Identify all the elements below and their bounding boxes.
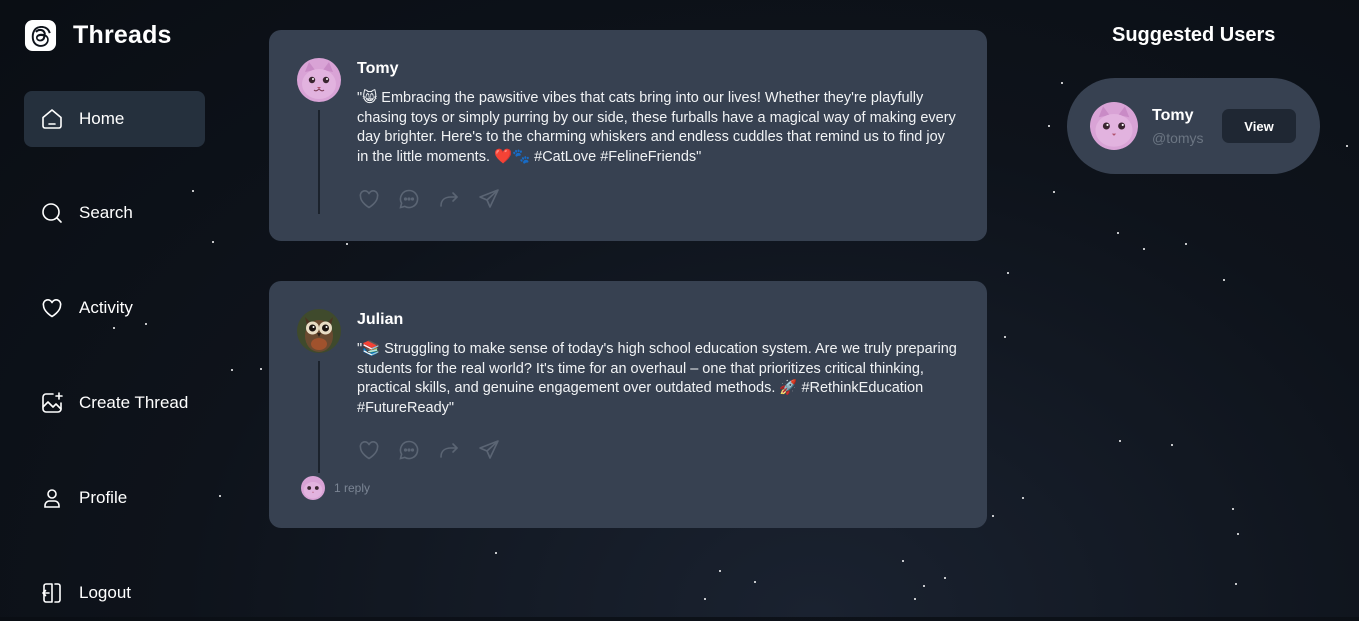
reply-icon[interactable]: [397, 438, 421, 462]
view-profile-button[interactable]: View: [1222, 109, 1296, 143]
nav-label-search: Search: [79, 203, 133, 222]
cat-avatar-icon: [297, 58, 341, 102]
logout-icon: [42, 583, 61, 603]
nav-label-home: Home: [79, 109, 125, 128]
star-dot: [231, 369, 233, 371]
cat-avatar-icon: [301, 476, 325, 500]
star-dot: [1022, 497, 1024, 499]
heart-icon: [42, 299, 62, 318]
replies-row[interactable]: 1 reply: [301, 476, 370, 500]
author-avatar[interactable]: [297, 58, 341, 102]
app-title: Threads: [73, 21, 172, 49]
thread-actions: [357, 187, 501, 211]
owl-avatar-icon: [297, 309, 341, 353]
share-icon[interactable]: [477, 187, 501, 211]
thread-line: [318, 361, 320, 473]
star-dot: [495, 552, 497, 554]
suggested-users-title: Suggested Users: [1112, 24, 1276, 46]
like-icon[interactable]: [357, 438, 381, 462]
nav-label-profile: Profile: [79, 488, 128, 507]
star-dot: [1119, 440, 1121, 442]
star-dot: [1048, 125, 1050, 127]
star-dot: [212, 241, 214, 243]
star-dot: [1223, 279, 1225, 281]
thread-actions: [357, 438, 501, 462]
star-dot: [1061, 82, 1063, 84]
thread-author[interactable]: Julian: [357, 311, 403, 329]
author-avatar[interactable]: [297, 309, 341, 353]
nav-item-create-thread[interactable]: Create Thread: [24, 375, 205, 431]
star-dot: [1185, 243, 1187, 245]
star-dot: [914, 598, 916, 600]
star-dot: [260, 368, 262, 370]
nav-item-logout[interactable]: Logout: [24, 565, 205, 621]
nav-item-home[interactable]: Home: [24, 91, 205, 147]
star-dot: [902, 560, 904, 562]
thread-card: Julian "📚 Struggling to make sense of to…: [269, 281, 987, 528]
star-dot: [1143, 248, 1145, 250]
nav-item-profile[interactable]: Profile: [24, 470, 205, 526]
star-dot: [1053, 191, 1055, 193]
nav-item-activity[interactable]: Activity: [24, 280, 205, 336]
star-dot: [1171, 444, 1173, 446]
suggested-user-name: Tomy: [1152, 107, 1194, 124]
star-dot: [219, 495, 221, 497]
star-dot: [992, 515, 994, 517]
star-dot: [1117, 232, 1119, 234]
star-dot: [346, 243, 348, 245]
reply-count[interactable]: 1 reply: [334, 481, 370, 495]
star-dot: [1235, 583, 1237, 585]
star-dot: [1007, 272, 1009, 274]
suggested-user-avatar: [1090, 102, 1138, 150]
threads-logo-icon: [24, 19, 57, 52]
search-icon: [42, 203, 62, 223]
star-dot: [1232, 508, 1234, 510]
star-dot: [1004, 336, 1006, 338]
star-dot: [719, 570, 721, 572]
nav-item-search[interactable]: Search: [24, 185, 205, 241]
nav-label-activity: Activity: [79, 298, 133, 317]
share-icon[interactable]: [477, 438, 501, 462]
user-icon: [44, 489, 60, 508]
star-dot: [1237, 533, 1239, 535]
suggested-user-card: Tomy @tomys View: [1067, 78, 1320, 174]
home-icon: [42, 109, 62, 129]
repost-icon[interactable]: [437, 438, 461, 462]
nav-label-logout: Logout: [79, 583, 131, 602]
thread-author[interactable]: Tomy: [357, 60, 398, 78]
thread-content: "😸 Embracing the pawsitive vibes that ca…: [357, 90, 956, 165]
thread-content: "📚 Struggling to make sense of today's h…: [357, 341, 957, 416]
star-dot: [1346, 145, 1348, 147]
thread-line: [318, 110, 320, 214]
star-dot: [704, 598, 706, 600]
app-logo[interactable]: Threads: [24, 19, 172, 52]
like-icon[interactable]: [357, 187, 381, 211]
create-thread-icon: [42, 392, 63, 413]
star-dot: [754, 581, 756, 583]
cat-avatar-icon: [1090, 102, 1138, 150]
star-dot: [944, 577, 946, 579]
nav-label-create-thread: Create Thread: [79, 393, 189, 412]
repost-icon[interactable]: [437, 187, 461, 211]
reply-avatar: [301, 476, 325, 500]
star-dot: [923, 585, 925, 587]
reply-icon[interactable]: [397, 187, 421, 211]
thread-card: Tomy "😸 Embracing the pawsitive vibes th…: [269, 30, 987, 241]
suggested-user-handle: @tomys: [1152, 130, 1204, 146]
